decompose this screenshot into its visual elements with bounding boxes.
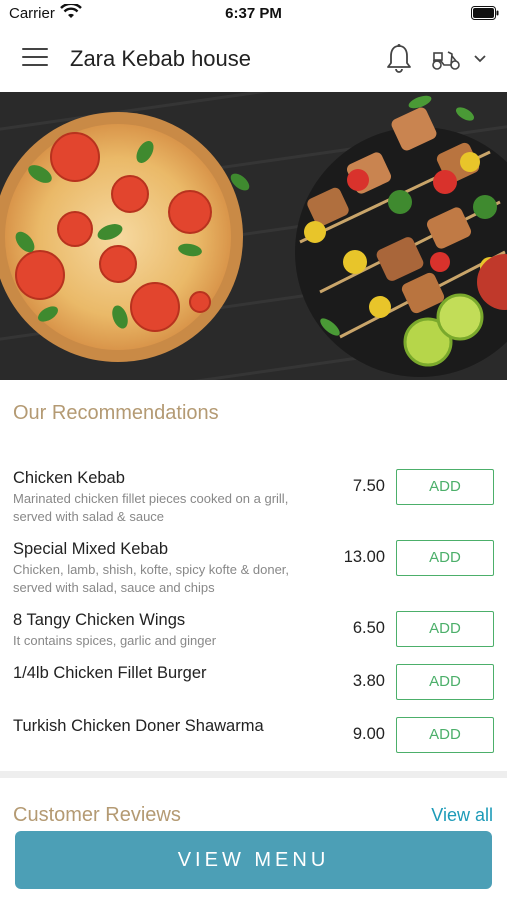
item-name: 1/4lb Chicken Fillet Burger [13, 664, 207, 682]
section-divider [0, 771, 507, 778]
clock: 6:37 PM [225, 5, 282, 22]
item-price: 7.50 [352, 477, 385, 495]
item-name: Chicken Kebab [13, 469, 125, 487]
item-name: Special Mixed Kebab [13, 540, 169, 558]
item-name: Turkish Chicken Doner Shawarma [13, 717, 264, 735]
item-description: Marinated chicken fillet pieces cooked o… [13, 491, 289, 524]
add-button[interactable]: ADD [396, 540, 494, 576]
app-header: Zara Kebab house [0, 28, 507, 92]
view-menu-button[interactable]: VIEW MENU [15, 831, 492, 889]
hamburger-menu-icon[interactable] [22, 48, 48, 70]
restaurant-title: Zara Kebab house [70, 46, 252, 71]
battery-icon [471, 6, 499, 20]
item-name: 8 Tangy Chicken Wings [13, 611, 186, 629]
delivery-scooter-icon[interactable] [430, 46, 462, 72]
status-bar: Carrier 6:37 PM [0, 0, 507, 28]
hero-banner-image [0, 92, 507, 380]
item-description: It contains spices, garlic and ginger [13, 633, 217, 648]
add-button[interactable]: ADD [396, 611, 494, 647]
item-description: Chicken, lamb, shish, kofte, spicy kofte… [13, 562, 290, 595]
add-button[interactable]: ADD [396, 717, 494, 753]
view-all-link[interactable]: View all [431, 805, 493, 826]
item-price: 9.00 [352, 725, 385, 743]
chevron-down-icon[interactable] [473, 53, 487, 65]
add-button[interactable]: ADD [396, 664, 494, 700]
bell-icon[interactable] [385, 43, 413, 75]
item-price: 6.50 [352, 619, 385, 637]
item-price: 3.80 [352, 672, 385, 690]
add-button[interactable]: ADD [396, 469, 494, 505]
item-price: 13.00 [343, 548, 385, 566]
recommendations-heading: Our Recommendations [13, 402, 219, 424]
reviews-heading: Customer Reviews [13, 804, 181, 826]
